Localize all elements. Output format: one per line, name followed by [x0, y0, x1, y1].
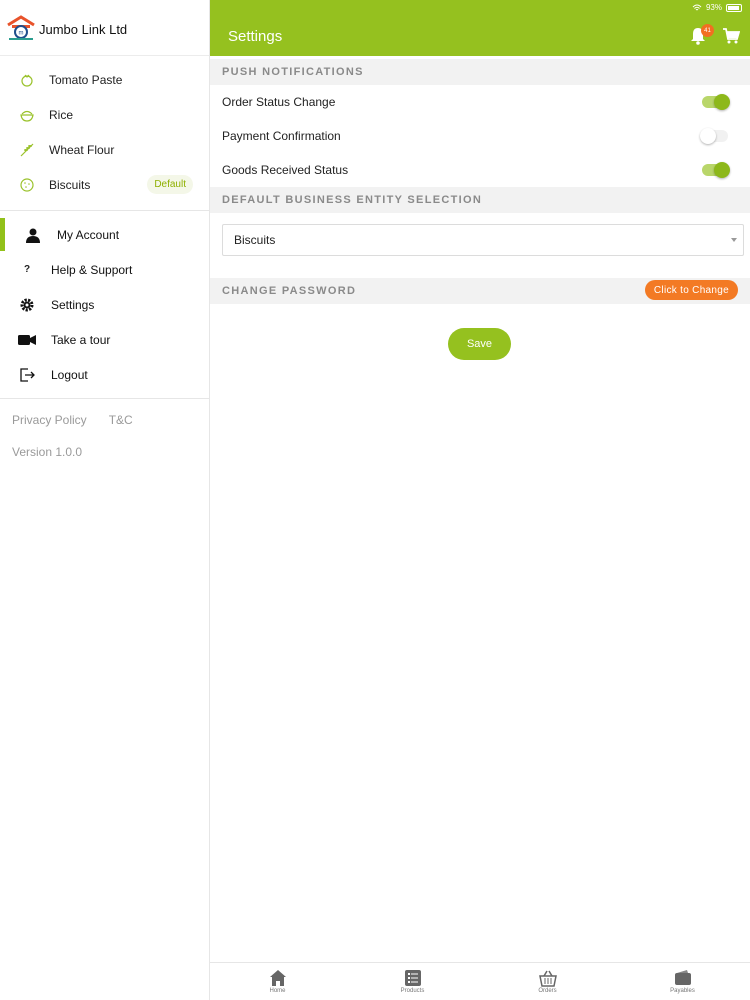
terms-link[interactable]: T&C: [109, 413, 133, 427]
home-icon: [269, 969, 287, 987]
sidebar-footer: Privacy Policy T&C Version 1.0.0: [0, 399, 209, 459]
wallet-icon: [674, 969, 692, 987]
sidebar-item-my-account[interactable]: My Account: [0, 217, 209, 252]
rice-bowl-icon: [18, 106, 36, 124]
user-icon: [23, 225, 43, 245]
payment-confirmation-toggle[interactable]: [700, 128, 728, 144]
chevron-down-icon: [731, 238, 737, 242]
list-icon: [404, 969, 422, 987]
tab-label: Home: [269, 988, 286, 994]
toggle-knob: [700, 128, 716, 144]
notification-count-badge: 41: [701, 24, 714, 37]
question-icon: ?: [23, 264, 31, 275]
app-version: Version 1.0.0: [12, 445, 83, 459]
menu-label: Help & Support: [51, 262, 133, 277]
menu-label: Settings: [51, 297, 95, 312]
tab-orders[interactable]: Orders: [480, 963, 615, 1000]
top-bar: 93% Settings 41: [210, 0, 750, 56]
entity-item-wheat-flour[interactable]: Wheat Flour: [0, 132, 209, 167]
entity-label: Wheat Flour: [49, 142, 115, 157]
cart-icon[interactable]: [722, 27, 741, 45]
entity-item-tomato-paste[interactable]: Tomato Paste: [0, 62, 209, 97]
menu-label: My Account: [57, 227, 120, 242]
tab-label: Products: [400, 988, 425, 994]
status-bar: 93%: [692, 3, 742, 12]
change-password-heading: CHANGE PASSWORD: [222, 285, 357, 297]
entity-label: Rice: [49, 107, 74, 122]
svg-text:m: m: [19, 30, 24, 36]
menu-label: Take a tour: [51, 332, 111, 347]
tab-label: Orders: [538, 988, 557, 994]
tab-label: Payables: [670, 988, 695, 994]
save-button[interactable]: Save: [448, 328, 511, 360]
gear-icon: [17, 295, 37, 315]
menu-label: Logout: [51, 367, 88, 382]
toggle-knob: [714, 162, 730, 178]
tab-products[interactable]: Products: [345, 963, 480, 1000]
video-camera-icon: [17, 330, 37, 350]
order-status-toggle[interactable]: [702, 94, 730, 110]
logout-icon: [17, 365, 37, 385]
change-password-section: CHANGE PASSWORD Click to Change: [210, 278, 750, 304]
bottom-tab-bar: Home Products Orders Payables: [210, 962, 750, 1000]
basket-icon: [538, 969, 557, 987]
entity-select-wrap: Biscuits: [210, 213, 750, 278]
change-password-button[interactable]: Click to Change: [644, 280, 738, 300]
toggle-row-goods-received: Goods Received Status: [210, 153, 750, 187]
sidebar-item-logout[interactable]: Logout: [0, 357, 209, 392]
battery-icon: [726, 3, 742, 12]
entity-list: Tomato Paste Rice Wheat Flour Biscuits D…: [0, 56, 209, 211]
biscuit-icon: [18, 176, 36, 194]
entity-item-biscuits[interactable]: Biscuits Default: [0, 167, 209, 202]
battery-percent: 93%: [705, 3, 722, 12]
default-badge: Default: [147, 175, 193, 194]
entity-label: Tomato Paste: [49, 72, 123, 87]
selected-entity-value: Biscuits: [234, 233, 276, 247]
sidebar-item-take-a-tour[interactable]: Take a tour: [0, 322, 209, 357]
tab-home[interactable]: Home: [210, 963, 345, 1000]
default-entity-select[interactable]: Biscuits: [222, 224, 744, 256]
toggle-label: Order Status Change: [222, 95, 336, 109]
brand-header: m Jumbo Link Ltd: [0, 0, 209, 56]
push-notifications-heading: PUSH NOTIFICATIONS: [210, 59, 750, 85]
toggle-label: Goods Received Status: [222, 163, 349, 177]
toggle-row-payment-confirmation: Payment Confirmation: [210, 119, 750, 153]
sidebar: m Jumbo Link Ltd Tomato Paste Rice Wheat…: [0, 0, 210, 1000]
jumbo-link-logo-icon: m: [6, 14, 36, 41]
page-title: Settings: [228, 28, 283, 45]
privacy-policy-link[interactable]: Privacy Policy: [12, 413, 87, 427]
main-content: 93% Settings 41 PUSH NOTIFICATIONS Order…: [210, 0, 750, 1000]
sidebar-item-help-support[interactable]: ? Help & Support: [0, 252, 209, 287]
wheat-icon: [18, 141, 36, 159]
toggle-row-order-status: Order Status Change: [210, 85, 750, 119]
wifi-icon: [692, 4, 702, 10]
toggle-label: Payment Confirmation: [222, 129, 341, 143]
default-entity-heading: DEFAULT BUSINESS ENTITY SELECTION: [210, 187, 750, 213]
goods-received-toggle[interactable]: [702, 162, 730, 178]
sidebar-menu: My Account ? Help & Support Settings Tak…: [0, 211, 209, 399]
brand-name: Jumbo Link Ltd: [39, 22, 128, 37]
tomato-icon: [18, 71, 36, 89]
entity-label: Biscuits: [49, 177, 91, 192]
sidebar-item-settings[interactable]: Settings: [0, 287, 209, 322]
tab-payables[interactable]: Payables: [615, 963, 750, 1000]
entity-item-rice[interactable]: Rice: [0, 97, 209, 132]
toggle-knob: [714, 94, 730, 110]
